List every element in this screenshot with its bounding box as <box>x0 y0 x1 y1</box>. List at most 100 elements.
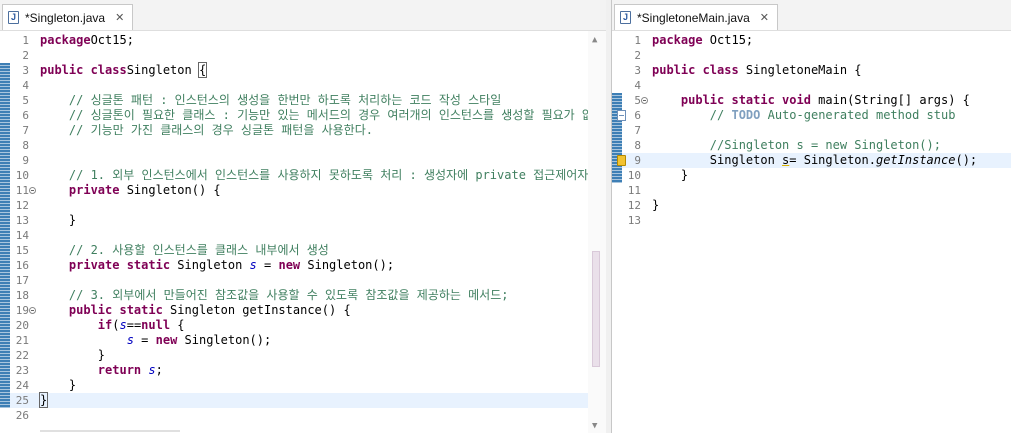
scroll-down-icon[interactable]: ▼ <box>592 421 597 431</box>
code-token: Oct15; <box>702 33 754 47</box>
tab-singleton-java[interactable]: J *Singleton.java ✕ <box>2 4 134 30</box>
code-text: // 싱글톤 패턴 : 인스턴스의 생성을 한번만 하도록 처리하는 코드 작성… <box>40 93 501 108</box>
code-line[interactable]: 13 } <box>0 213 606 228</box>
close-icon[interactable]: ✕ <box>760 11 769 24</box>
code-text: private static Singleton s = new Singlet… <box>40 258 394 273</box>
code-line[interactable]: 8 <box>0 138 606 153</box>
code-text: package Oct15; <box>652 33 753 48</box>
text-caret <box>47 394 49 407</box>
change-marker <box>0 168 10 183</box>
line-number: 19 <box>15 304 29 317</box>
code-line[interactable]: 20 if(s==null { <box>0 318 606 333</box>
code-token: } <box>40 213 77 227</box>
line-number: 9 <box>22 154 29 167</box>
right-tab-bar: J *SingletoneMain.java ✕ <box>612 0 1011 31</box>
code-line[interactable]: 8 //Singleton s = new Singleton(); <box>612 138 1011 153</box>
right-code-editor[interactable]: 1 package Oct15; 2 3 public class Singletone… <box>612 31 1011 433</box>
fold-toggle-icon[interactable] <box>29 307 36 314</box>
code-line[interactable]: 2 <box>612 48 1011 63</box>
code-line[interactable]: 7 <box>612 123 1011 138</box>
code-line[interactable]: 24 } <box>0 378 606 393</box>
scrollbar-thumb[interactable] <box>40 430 180 432</box>
code-token: Singleton getInstance() { <box>162 303 351 317</box>
code-line[interactable]: 10 // 1. 외부 인스턴스에서 인스턴스를 사용하지 못하도록 처리 : … <box>0 168 606 183</box>
code-token: } <box>652 198 660 212</box>
vertical-scrollbar[interactable]: ▲ ▼ <box>588 31 606 433</box>
code-line[interactable]: 13 <box>612 213 1011 228</box>
code-line[interactable]: 26 <box>0 408 606 423</box>
code-token: private static <box>68 258 171 272</box>
code-token: } <box>38 392 49 408</box>
code-line[interactable]: 4 <box>0 78 606 93</box>
line-number: 2 <box>22 49 29 62</box>
line-number: 12 <box>627 199 641 212</box>
scroll-up-icon[interactable]: ▲ <box>592 35 597 45</box>
code-text: } <box>40 213 76 228</box>
code-line[interactable]: 9 <box>0 153 606 168</box>
code-line[interactable]: 22 } <box>0 348 606 363</box>
code-line[interactable]: 16 private static Singleton s = new Sing… <box>0 258 606 273</box>
code-line[interactable]: 12} <box>612 198 1011 213</box>
code-line[interactable]: 3 public classSingleton { <box>0 62 606 78</box>
fold-toggle-icon[interactable] <box>641 97 648 104</box>
line-number: 21 <box>15 334 29 347</box>
fold-toggle-icon[interactable] <box>29 187 36 194</box>
code-line[interactable]: 21 s = new Singleton(); <box>0 333 606 348</box>
code-line[interactable]: 4 <box>612 78 1011 93</box>
code-line[interactable]: 6 // 싱글톤이 필요한 클래스 : 기능만 있는 메서드의 경우 여러개의 … <box>0 108 606 123</box>
tab-singletonemain-java[interactable]: J *SingletoneMain.java ✕ <box>614 4 778 30</box>
change-marker <box>0 138 10 153</box>
horizontal-scrollbar[interactable] <box>40 429 576 433</box>
code-line[interactable]: 11 private Singleton() { <box>0 183 606 198</box>
line-number: 18 <box>15 289 29 302</box>
right-editor-pane: J *SingletoneMain.java ✕ 1 package Oct15;… <box>611 0 1011 433</box>
java-file-icon: J <box>620 11 631 24</box>
line-number: 20 <box>15 319 29 332</box>
change-marker <box>0 348 10 363</box>
code-token: if <box>97 318 113 332</box>
code-token: public static void <box>680 93 811 107</box>
code-text: // 싱글톤이 필요한 클래스 : 기능만 있는 메서드의 경우 여러개의 인스… <box>40 108 606 123</box>
code-line[interactable]: 11 <box>612 183 1011 198</box>
code-line[interactable]: 17 <box>0 273 606 288</box>
line-number: 2 <box>634 49 641 62</box>
code-line[interactable]: 10 } <box>612 168 1011 183</box>
code-token: //Singleton s = new Singleton(); <box>709 138 941 152</box>
code-line[interactable]: 6 // TODO Auto-generated method stub <box>612 108 1011 123</box>
line-number: 22 <box>15 349 29 362</box>
code-line[interactable]: 3 public class SingletoneMain { <box>612 63 1011 78</box>
code-line[interactable]: 2 <box>0 48 606 63</box>
code-line[interactable]: 9 Singleton s= Singleton.getInstance(); <box>612 153 1011 168</box>
code-line[interactable]: 25} <box>0 392 606 408</box>
code-line[interactable]: 5 public static void main(String[] args)… <box>612 93 1011 108</box>
code-line[interactable]: 23 return s; <box>0 363 606 378</box>
change-marker <box>0 243 10 258</box>
code-token: s <box>249 258 257 272</box>
left-code-editor[interactable]: 1 packageOct15; 2 3 public classSingleton {4… <box>0 31 606 433</box>
code-line[interactable]: 5 // 싱글톤 패턴 : 인스턴스의 생성을 한번만 하도록 처리하는 코드 … <box>0 93 606 108</box>
code-token: return <box>97 363 142 377</box>
code-line[interactable]: 12 <box>0 198 606 213</box>
scrollbar-thumb[interactable] <box>592 251 600 367</box>
code-text: // 2. 사용할 인스턴스를 클래스 내부에서 생성 <box>40 243 329 258</box>
line-number: 9 <box>634 154 641 167</box>
code-text: } <box>40 348 105 363</box>
code-token: // 기능만 가진 클래스의 경우 싱글톤 패턴을 사용한다. <box>40 123 373 137</box>
code-line[interactable]: 1 package Oct15; <box>612 33 1011 48</box>
line-number: 23 <box>15 364 29 377</box>
line-number: 5 <box>22 94 29 107</box>
close-icon[interactable]: ✕ <box>115 11 124 24</box>
code-line[interactable]: 15 // 2. 사용할 인스턴스를 클래스 내부에서 생성 <box>0 243 606 258</box>
change-marker <box>0 258 10 273</box>
code-line[interactable]: 1 packageOct15; <box>0 33 606 48</box>
code-line[interactable]: 19 public static Singleton getInstance()… <box>0 303 606 318</box>
change-marker <box>0 393 10 408</box>
code-line[interactable]: 14 <box>0 228 606 243</box>
change-marker <box>0 123 10 138</box>
code-line[interactable]: 7 // 기능만 가진 클래스의 경우 싱글톤 패턴을 사용한다. <box>0 123 606 138</box>
line-number: 8 <box>22 139 29 152</box>
change-marker <box>612 138 622 153</box>
code-line[interactable]: 18 // 3. 외부에서 만들어진 참조값을 사용할 수 있도록 참조값을 제… <box>0 288 606 303</box>
left-code-lines: 1 packageOct15; 2 3 public classSingleton {4… <box>0 33 606 423</box>
